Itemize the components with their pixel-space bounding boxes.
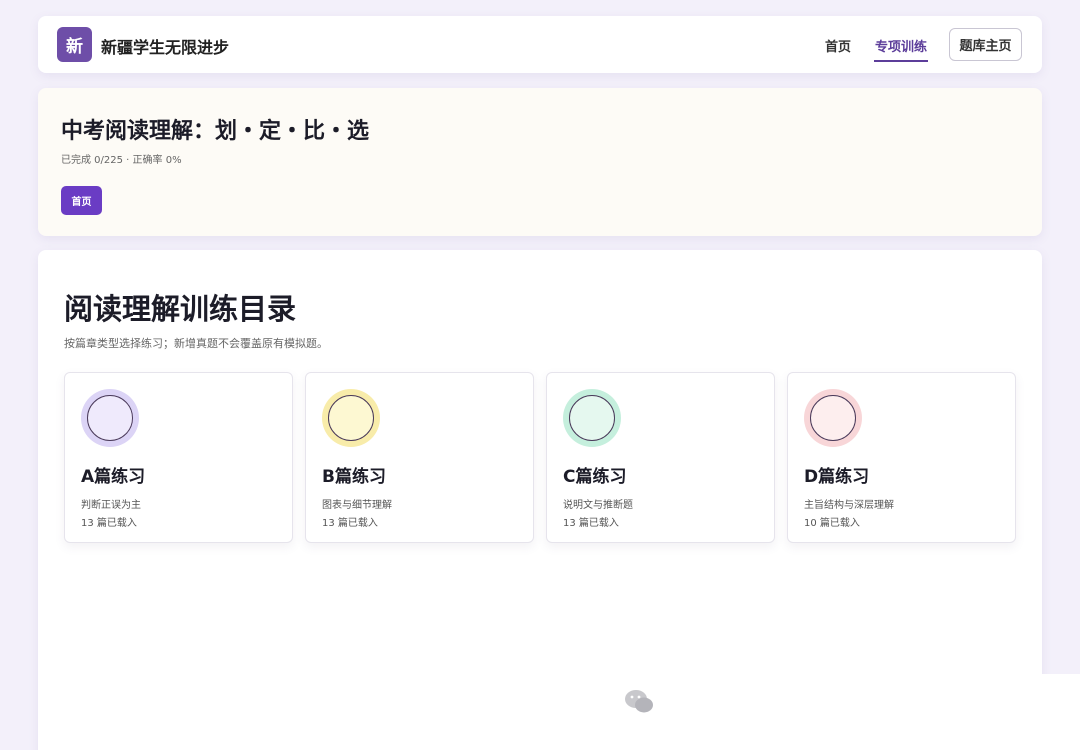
logo[interactable]: 新 [57,27,92,62]
card-title: B篇练习 [322,467,386,487]
card-count: 13 篇已载入 [81,518,137,529]
card-count: 13 篇已载入 [563,518,619,529]
circle-icon [322,389,380,447]
site-name[interactable]: 新疆学生无限进步 [101,34,229,58]
card-title: A篇练习 [81,467,146,487]
card-description: 判断正误为主 [81,500,141,511]
circle-inner [810,395,856,441]
hero-panel: 中考阅读理解：划・定・比・选 已完成 0/225 · 正确率 0% 首页 [38,88,1042,236]
catalog-subtitle: 按篇章类型选择练习；新增真题不会覆盖原有模拟题。 [64,337,328,350]
nav-home-link[interactable]: 首页 [825,36,851,55]
wechat-icon [624,688,654,720]
bottom-overlay [648,674,1080,750]
circle-icon [81,389,139,447]
nav-training-link[interactable]: 专项训练 [874,36,928,62]
circle-inner [328,395,374,441]
card-description: 说明文与推断题 [563,500,633,511]
circle-inner [87,395,133,441]
home-button[interactable]: 首页 [61,186,102,215]
practice-card-a[interactable]: A篇练习 判断正误为主 13 篇已载入 [64,372,293,543]
card-title: C篇练习 [563,467,627,487]
catalog-title: 阅读理解训练目录 [64,292,297,326]
progress-status: 已完成 0/225 · 正确率 0% [61,155,182,166]
practice-card-b[interactable]: B篇练习 图表与细节理解 13 篇已载入 [305,372,534,543]
logo-char: 新 [66,37,83,57]
circle-icon [563,389,621,447]
top-navbar: 新 新疆学生无限进步 首页 专项训练 题库主页 [38,16,1042,73]
circle-icon [804,389,862,447]
card-count: 13 篇已载入 [322,518,378,529]
practice-card-d[interactable]: D篇练习 主旨结构与深层理解 10 篇已载入 [787,372,1016,543]
card-count: 10 篇已载入 [804,518,860,529]
page: 新 新疆学生无限进步 首页 专项训练 题库主页 中考阅读理解：划・定・比・选 已… [0,0,1080,750]
practice-card-c[interactable]: C篇练习 说明文与推断题 13 篇已载入 [546,372,775,543]
question-bank-button[interactable]: 题库主页 [949,28,1022,61]
circle-inner [569,395,615,441]
card-title: D篇练习 [804,467,870,487]
hero-title: 中考阅读理解：划・定・比・选 [61,119,370,144]
card-description: 图表与细节理解 [322,500,392,511]
card-description: 主旨结构与深层理解 [804,500,894,511]
